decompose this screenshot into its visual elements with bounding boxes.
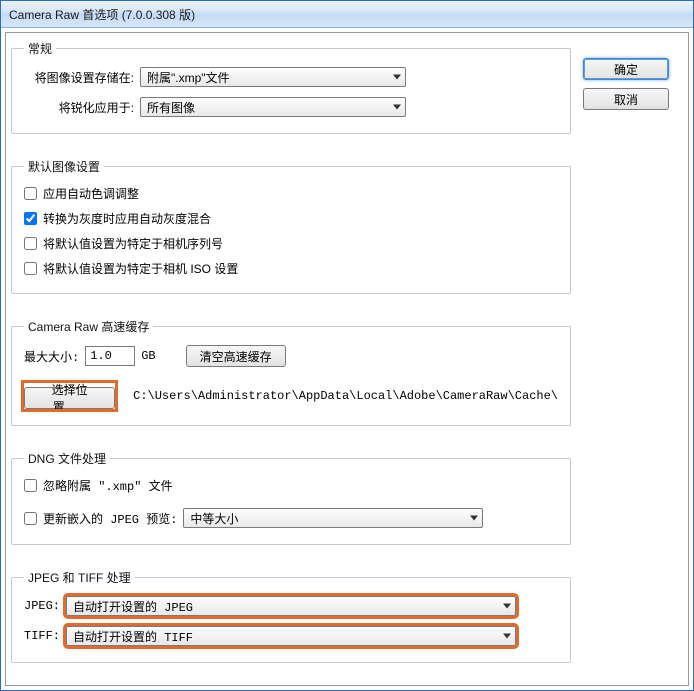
label-max-size: 最大大小: [24, 348, 79, 365]
cache-path: C:\Users\Administrator\AppData\Local\Ado… [133, 389, 558, 403]
select-location-button[interactable]: 选择位置... [24, 387, 115, 409]
checkbox-specific-iso[interactable] [24, 262, 37, 275]
group-general: 常规 将图像设置存储在: 附属".xmp"文件 将锐化应用于: 所有图像 [11, 40, 571, 134]
dropdown-jpeg-handling-value: 自动打开设置的 JPEG [73, 598, 193, 615]
titlebar: Camera Raw 首选项 (7.0.0.308 版) [1, 1, 693, 28]
legend-general: 常规 [24, 40, 56, 57]
legend-dng: DNG 文件处理 [24, 450, 110, 467]
dropdown-save-settings-value: 附属".xmp"文件 [147, 69, 230, 86]
dropdown-tiff-handling-value: 自动打开设置的 TIFF [73, 628, 193, 645]
label-jpeg: JPEG: [24, 599, 60, 613]
label-specific-iso: 将默认值设置为特定于相机 ISO 设置 [43, 260, 238, 277]
label-ignore-xmp: 忽略附属 ".xmp" 文件 [43, 477, 173, 494]
checkbox-update-jpeg[interactable] [24, 512, 37, 525]
group-jpeg-tiff: JPEG 和 TIFF 处理 JPEG: 自动打开设置的 JPEG TIFF: … [11, 569, 571, 663]
cancel-button[interactable]: 取消 [583, 88, 669, 110]
checkbox-auto-gray[interactable] [24, 212, 37, 225]
chevron-down-icon [470, 516, 478, 521]
legend-cache: Camera Raw 高速缓存 [24, 318, 153, 335]
label-auto-gray: 转换为灰度时应用自动灰度混合 [43, 210, 211, 227]
preferences-window: Camera Raw 首选项 (7.0.0.308 版) 常规 将图像设置存储在… [0, 0, 694, 691]
dropdown-tiff-handling[interactable]: 自动打开设置的 TIFF [66, 626, 516, 646]
group-cache: Camera Raw 高速缓存 最大大小: GB 清空高速缓存 选 [11, 318, 571, 426]
cancel-button-label: 取消 [614, 91, 638, 108]
checkbox-auto-tone[interactable] [24, 187, 37, 200]
dropdown-sharpen-apply-value: 所有图像 [147, 99, 195, 116]
dropdown-sharpen-apply[interactable]: 所有图像 [140, 97, 406, 117]
ok-button-label: 确定 [614, 61, 638, 78]
purge-cache-button-label: 清空高速缓存 [200, 348, 272, 365]
select-location-button-label: 选择位置... [35, 381, 104, 415]
label-sharpen-apply: 将锐化应用于: [24, 99, 134, 116]
chevron-down-icon [393, 75, 401, 80]
window-title: Camera Raw 首选项 (7.0.0.308 版) [9, 6, 195, 23]
label-tiff: TIFF: [24, 629, 60, 643]
legend-defaults: 默认图像设置 [24, 158, 104, 175]
group-defaults: 默认图像设置 应用自动色调调整 转换为灰度时应用自动灰度混合 将默认值设置为特定… [11, 158, 571, 294]
label-max-unit: GB [141, 349, 155, 363]
label-save-settings: 将图像设置存储在: [24, 69, 134, 86]
checkbox-specific-serial[interactable] [24, 237, 37, 250]
chevron-down-icon [503, 634, 511, 639]
group-dng: DNG 文件处理 忽略附属 ".xmp" 文件 更新嵌入的 JPEG 预览: 中… [11, 450, 571, 545]
dropdown-save-settings[interactable]: 附属".xmp"文件 [140, 67, 406, 87]
chevron-down-icon [503, 604, 511, 609]
label-auto-tone: 应用自动色调调整 [43, 185, 139, 202]
purge-cache-button[interactable]: 清空高速缓存 [186, 345, 286, 367]
label-update-jpeg: 更新嵌入的 JPEG 预览: [43, 510, 177, 527]
chevron-down-icon [393, 105, 401, 110]
ok-button[interactable]: 确定 [583, 58, 669, 80]
dropdown-jpeg-preview-size[interactable]: 中等大小 [183, 508, 483, 528]
client-area: 常规 将图像设置存储在: 附属".xmp"文件 将锐化应用于: 所有图像 [1, 28, 693, 690]
checkbox-ignore-xmp[interactable] [24, 479, 37, 492]
dropdown-jpeg-handling[interactable]: 自动打开设置的 JPEG [66, 596, 516, 616]
input-max-size[interactable] [85, 346, 135, 366]
legend-jpeg-tiff: JPEG 和 TIFF 处理 [24, 569, 135, 586]
dropdown-jpeg-preview-value: 中等大小 [190, 510, 238, 527]
label-specific-serial: 将默认值设置为特定于相机序列号 [43, 235, 223, 252]
